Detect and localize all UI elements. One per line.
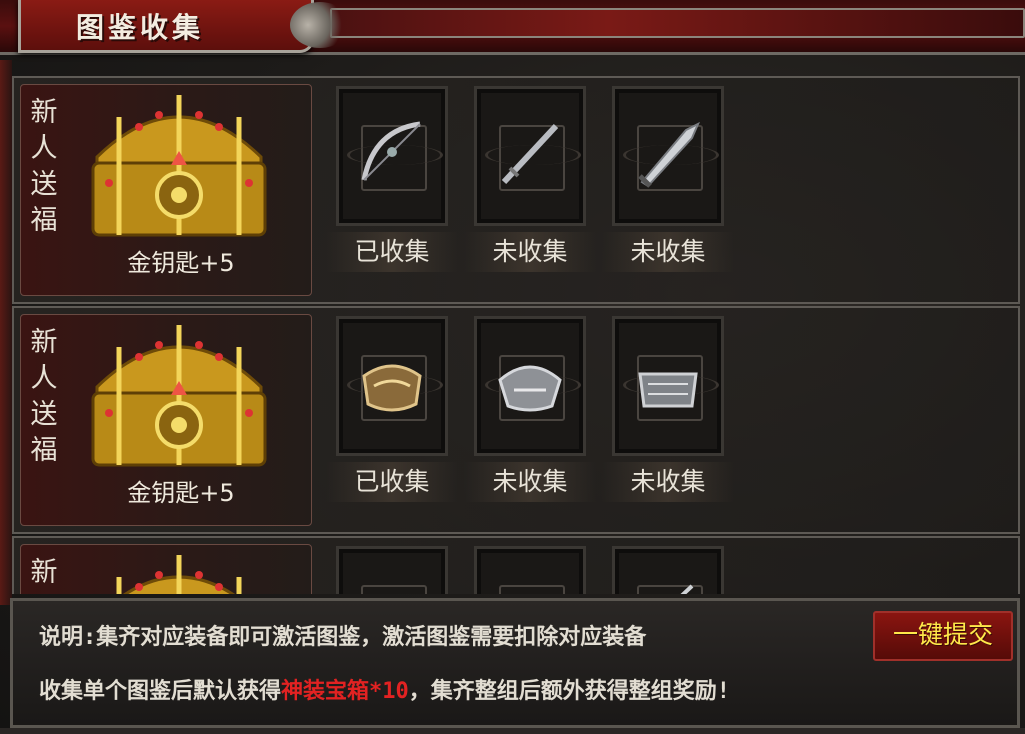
silver-armor-icon bbox=[498, 365, 562, 412]
reward-highlight: 神装宝箱*10 bbox=[281, 679, 409, 704]
equipment-slot[interactable] bbox=[336, 316, 448, 456]
submit-all-button[interactable]: 一键提交 bbox=[873, 611, 1013, 661]
reward-label: 新人送福 bbox=[30, 327, 58, 466]
equipment-slot[interactable] bbox=[336, 86, 448, 226]
reward-box[interactable]: 新人送福 金钥匙+5 bbox=[20, 314, 312, 526]
collection-list: 新人送福 金钥匙+5 已收集 未收集 未收集 新人送福 金钥匙+5 已收集 未收… bbox=[12, 62, 1020, 594]
reward-label: 新人送福 bbox=[30, 557, 58, 594]
collection-row: 新人送福 金钥匙+5 已收集 未收集 未收集 bbox=[12, 76, 1020, 304]
steel-armor-icon bbox=[638, 372, 698, 408]
status-label: 未收集 bbox=[464, 462, 596, 502]
gold-armor-icon bbox=[362, 364, 422, 412]
collection-row: 新人送福 金钥匙+5 已收集 未收集 未收集 bbox=[12, 306, 1020, 534]
info-line-1: 说明:集齐对应装备即可激活图鉴，激活图鉴需要扣除对应装备 bbox=[39, 625, 647, 650]
info-line-2: 收集单个图鉴后默认获得神装宝箱*10，集齐整组后额外获得整组奖励! bbox=[39, 673, 730, 705]
info-text: ，集齐整组后额外获得整组奖励! bbox=[408, 679, 731, 704]
equipment-slot[interactable] bbox=[474, 316, 586, 456]
reward-text: 金钥匙+5 bbox=[127, 479, 235, 507]
bottom-border bbox=[0, 728, 1025, 734]
equipment-slot[interactable] bbox=[612, 546, 724, 594]
status-label: 未收集 bbox=[464, 232, 596, 272]
title-tab: 图鉴收集 bbox=[18, 0, 314, 53]
treasure-chest-icon bbox=[91, 95, 267, 237]
equipment-slot[interactable] bbox=[336, 546, 448, 594]
info-panel: 说明:集齐对应装备即可激活图鉴，激活图鉴需要扣除对应装备 收集单个图鉴后默认获得… bbox=[10, 598, 1020, 728]
status-label: 未收集 bbox=[602, 462, 734, 502]
banner-strip bbox=[330, 8, 1025, 38]
info-text: 收集单个图鉴后默认获得 bbox=[39, 679, 282, 704]
status-label: 已收集 bbox=[326, 462, 458, 502]
sword-icon bbox=[501, 123, 559, 185]
blade-icon bbox=[638, 121, 700, 188]
equipment-slot[interactable] bbox=[612, 86, 724, 226]
page-title: 图鉴收集 bbox=[76, 11, 205, 44]
side-decoration bbox=[0, 60, 12, 605]
bow-icon bbox=[361, 121, 421, 181]
treasure-chest-icon bbox=[116, 555, 242, 594]
reward-box[interactable]: 新人送福 bbox=[20, 544, 312, 594]
reward-box[interactable]: 新人送福 金钥匙+5 bbox=[20, 84, 312, 296]
reward-text: 金钥匙+5 bbox=[127, 249, 235, 277]
equipment-slot[interactable] bbox=[474, 86, 586, 226]
reward-label: 新人送福 bbox=[30, 97, 58, 236]
jade-necklace-icon bbox=[354, 576, 430, 594]
treasure-chest-icon bbox=[91, 325, 267, 467]
status-label: 已收集 bbox=[326, 232, 458, 272]
equipment-slot[interactable] bbox=[612, 316, 724, 456]
ornament-icon bbox=[290, 2, 350, 48]
dagger-icon bbox=[680, 584, 694, 594]
equipment-slot[interactable] bbox=[474, 546, 586, 594]
status-label: 未收集 bbox=[602, 232, 734, 272]
collection-row: 新人送福 bbox=[12, 536, 1020, 594]
gold-necklace-icon bbox=[492, 576, 568, 594]
